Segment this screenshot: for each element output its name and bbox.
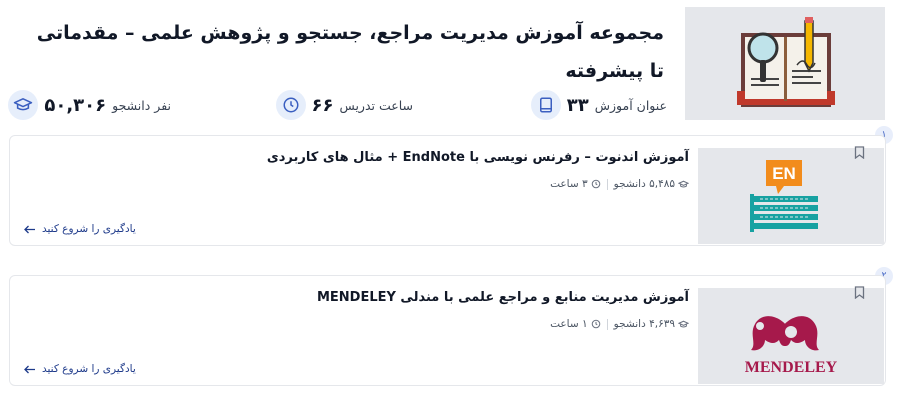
clock-icon [591,179,600,189]
course-students: ۵,۴۸۵ دانشجو [614,178,689,190]
stat-lessons: ۳۳ عنوان آموزش [530,88,667,122]
start-learning-link[interactable]: یادگیری را شروع کنید [24,363,136,375]
course-title[interactable]: آموزش اندنوت – رفرنس نویسی با EndNote + … [89,150,689,165]
stat-hours-label: ساعت تدریس [339,97,413,113]
clock-icon [591,319,600,329]
course-students: ۴,۶۳۹ دانشجو [614,318,689,330]
course-students-text: ۵,۴۸۵ دانشجو [613,178,675,190]
svg-text:MENDELEY: MENDELEY [745,359,838,376]
graduation-cap-icon [678,180,689,187]
svg-text:EN: EN [772,164,796,183]
stat-lessons-value: ۳۳ [566,94,589,116]
graduation-cap-icon [8,90,39,120]
course-duration-text: ۳ ساعت [550,178,588,190]
start-learning-link[interactable]: یادگیری را شروع کنید [24,223,136,235]
course-duration: ۱ ساعت [550,318,601,330]
arrow-left-icon [24,365,35,373]
graduation-cap-icon [678,320,689,327]
start-learning-label: یادگیری را شروع کنید [42,223,136,235]
page-title: مجموعه آموزش مدیریت مراجع، جستجو و پژوهش… [36,22,664,82]
stat-students-value: ۵۰,۳۰۶ [44,94,107,116]
course-meta: ۵,۴۸۵ دانشجو ۳ ساعت [550,178,689,190]
course-card[interactable]: MENDELEY آموزش مدیریت منابع و مراجع علمی… [9,275,886,386]
book-icon [530,90,561,120]
course-students-text: ۴,۶۳۹ دانشجو [613,318,675,330]
bookmark-icon[interactable] [854,144,865,163]
meta-divider [606,178,608,190]
arrow-left-icon [24,225,35,233]
clock-icon [275,90,306,120]
course-meta: ۴,۶۳۹ دانشجو ۱ ساعت [550,318,689,330]
collection-stats: ۳۳ عنوان آموزش ۶۶ ساعت تدریس ۵۰,۳۰۶ نفر … [0,88,901,124]
stat-students: ۵۰,۳۰۶ نفر دانشجو [8,88,171,122]
course-title[interactable]: آموزش مدیریت منابع و مراجع علمی با مندلی… [89,290,689,305]
course-duration: ۳ ساعت [550,178,601,190]
course-card[interactable]: EN آموزش اندنوت – رفرنس نویسی با EndNote… [9,135,886,246]
stat-students-label: نفر دانشجو [112,97,171,113]
stat-lessons-label: عنوان آموزش [594,97,667,113]
meta-divider [606,318,608,330]
bookmark-icon[interactable] [854,284,865,303]
stat-hours: ۶۶ ساعت تدریس [275,88,413,122]
course-duration-text: ۱ ساعت [550,318,588,330]
stat-hours-value: ۶۶ [311,94,334,116]
start-learning-label: یادگیری را شروع کنید [42,363,136,375]
